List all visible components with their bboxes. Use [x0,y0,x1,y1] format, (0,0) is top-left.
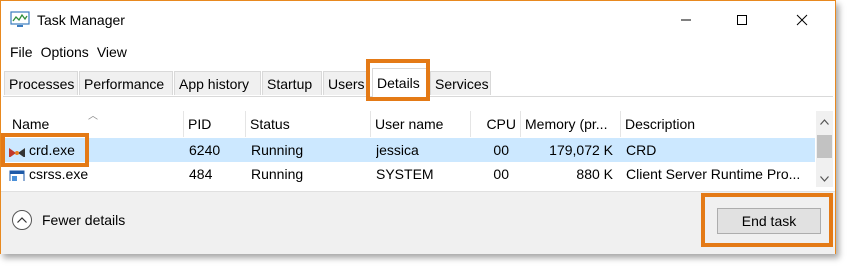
cell-pid: 6240 [189,142,221,158]
menu-view[interactable]: View [89,41,127,63]
menu-options[interactable]: Options [33,41,89,63]
column-header-cpu[interactable]: CPU [471,111,521,137]
cell-name: csrss.exe [29,166,89,182]
tab-processes[interactable]: Processes [4,71,78,95]
task-manager-window: Task Manager File Options View Processes… [0,0,836,254]
window-title: Task Manager [37,12,125,28]
cell-user-name: jessica [376,142,419,158]
scroll-up-button[interactable] [816,113,833,130]
chevron-down-icon [820,175,829,182]
cell-memory: 179,072 K [549,142,613,158]
cell-name: crd.exe [29,142,75,158]
tab-startup[interactable]: Startup [262,71,322,95]
fewer-details-button[interactable]: Fewer details [12,210,125,230]
tab-strip: Processes Performance App history Startu… [3,68,833,97]
column-header-description[interactable]: Description [621,111,815,137]
menu-file[interactable]: File [1,41,33,63]
title-bar[interactable]: Task Manager [1,1,835,39]
tab-performance[interactable]: Performance [79,71,173,95]
fewer-details-label: Fewer details [42,212,126,228]
scrollbar-thumb[interactable] [817,135,832,158]
column-header-pid[interactable]: PID [184,111,246,137]
maximize-button[interactable] [719,5,765,35]
cell-description: Client Server Runtime Pro... [626,166,801,182]
scroll-down-button[interactable] [816,170,833,187]
maximize-icon [737,15,747,25]
minimize-icon [681,19,691,21]
tab-details[interactable]: Details [372,68,427,97]
tab-services[interactable]: Services [430,71,491,95]
cell-status: Running [251,142,304,158]
tab-users[interactable]: Users [323,71,368,95]
end-task-button[interactable]: End task [717,208,821,234]
cell-status: Running [251,166,304,182]
menu-bar: File Options View [1,41,127,63]
close-button[interactable] [779,5,825,35]
vertical-scrollbar[interactable] [816,111,833,187]
column-header-status[interactable]: Status [246,111,371,137]
task-manager-app-icon [10,11,30,29]
cell-cpu: 00 [493,166,509,182]
table-header: ︿ Name PID Status User name CPU Memory (… [3,111,815,137]
system-process-icon [9,167,25,181]
cell-memory: 880 K [576,166,613,182]
chevron-up-icon [820,118,829,125]
cell-pid: 484 [189,166,213,182]
cell-description: CRD [626,142,657,158]
table-row[interactable]: csrss.exe 484 Running SYSTEM 00 880 K Cl… [3,162,815,186]
close-icon [796,14,808,26]
column-header-name[interactable]: Name [3,111,184,137]
minimize-button[interactable] [663,5,709,35]
tab-app-history[interactable]: App history [174,71,261,95]
footer-bar: Fewer details End task [1,191,835,254]
table-row[interactable]: crd.exe 6240 Running jessica 00 179,072 … [3,138,815,162]
column-header-user-name[interactable]: User name [371,111,471,137]
process-table: ︿ Name PID Status User name CPU Memory (… [3,111,833,187]
chevron-up-icon [12,210,32,230]
cell-user-name: SYSTEM [376,166,434,182]
column-header-memory[interactable]: Memory (pr... [521,111,621,137]
crd-process-icon [9,143,25,157]
cell-cpu: 00 [493,142,509,158]
